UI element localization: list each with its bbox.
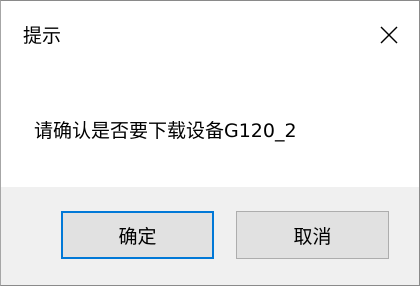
ok-button[interactable]: 确定 bbox=[61, 211, 214, 259]
dialog-message: 请确认是否要下载设备G120_2 bbox=[34, 120, 297, 142]
confirm-dialog: 提示 请确认是否要下载设备G120_2 确定 取消 bbox=[0, 0, 420, 286]
close-icon bbox=[380, 26, 398, 44]
dialog-footer: 确定 取消 bbox=[1, 187, 419, 285]
cancel-button[interactable]: 取消 bbox=[236, 211, 389, 259]
close-button[interactable] bbox=[365, 15, 413, 55]
dialog-title: 提示 bbox=[23, 25, 62, 47]
title-bar: 提示 bbox=[1, 1, 419, 73]
